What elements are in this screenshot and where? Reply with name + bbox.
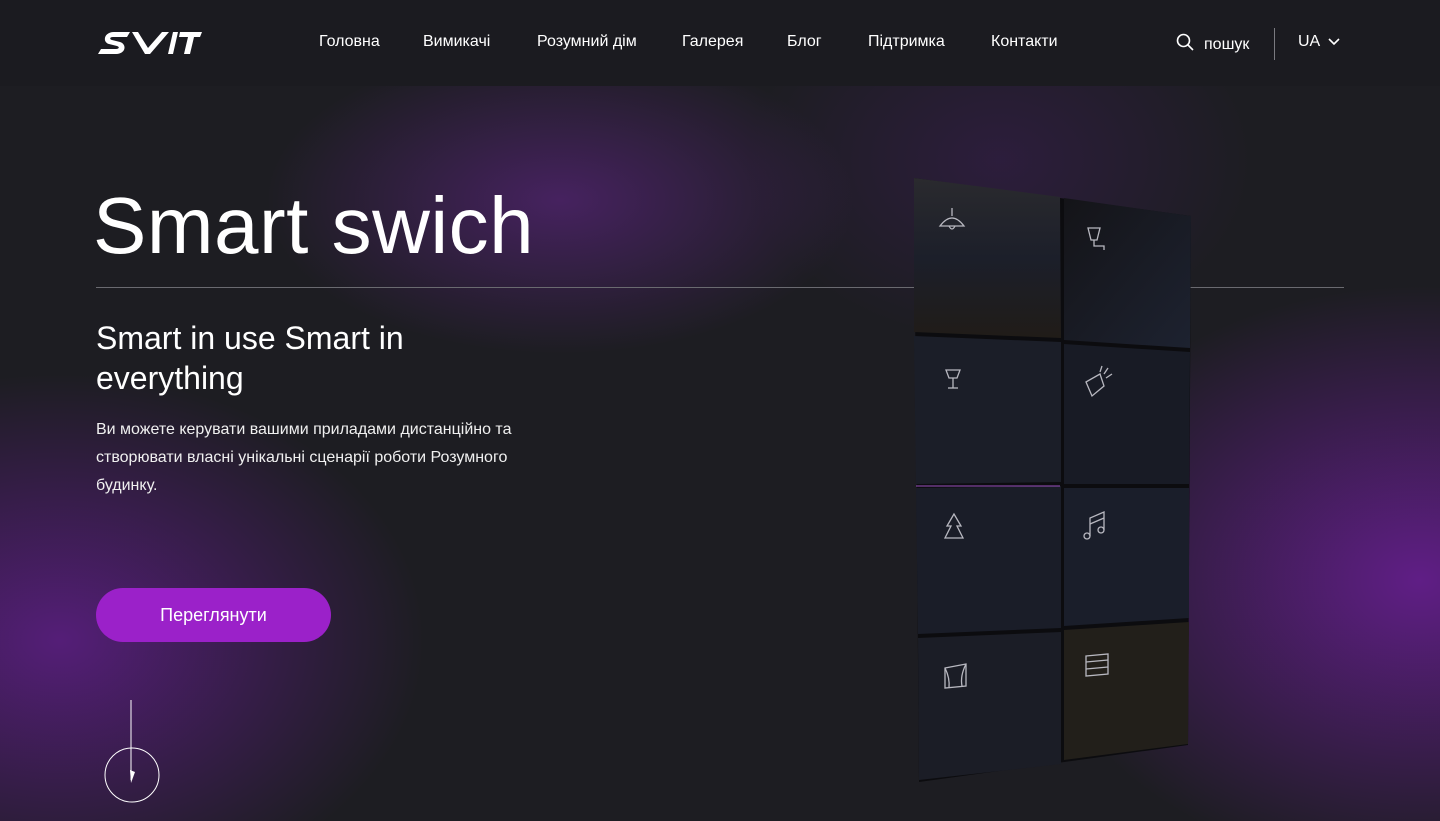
nav-item-support[interactable]: Підтримка <box>868 33 945 51</box>
language-label: UA <box>1298 33 1321 50</box>
background-glow <box>0 0 1440 821</box>
scroll-down-indicator[interactable] <box>104 700 162 811</box>
arrow-down-icon <box>130 770 135 783</box>
hero-title: Smart swich <box>93 181 535 270</box>
search-icon <box>1176 33 1194 56</box>
search-button[interactable]: пошук <box>1176 33 1249 56</box>
search-label: пошук <box>1204 35 1250 53</box>
nav-item-smart-home[interactable]: Розумний дім <box>537 33 637 51</box>
header-divider <box>1274 28 1275 60</box>
view-button[interactable]: Переглянути <box>96 588 331 642</box>
nav-item-contacts[interactable]: Контакти <box>991 33 1058 51</box>
language-selector[interactable]: UA <box>1298 33 1340 51</box>
chevron-down-icon <box>1328 33 1340 51</box>
hero-subtitle: Smart in use Smart in everything <box>96 320 404 396</box>
page: Головна Вимикачі Розумний дім Галерея Бл… <box>0 0 1440 821</box>
nav-item-switches[interactable]: Вимикачі <box>423 33 490 51</box>
nav-item-gallery[interactable]: Галерея <box>682 33 743 51</box>
nav-item-home[interactable]: Головна <box>319 33 380 51</box>
hero-description: Ви можете керувати вашими приладами дист… <box>96 421 512 494</box>
site-header: Головна Вимикачі Розумний дім Галерея Бл… <box>0 0 1440 86</box>
nav-item-blog[interactable]: Блог <box>787 33 822 51</box>
smart-switch-panel-image <box>900 170 1200 795</box>
